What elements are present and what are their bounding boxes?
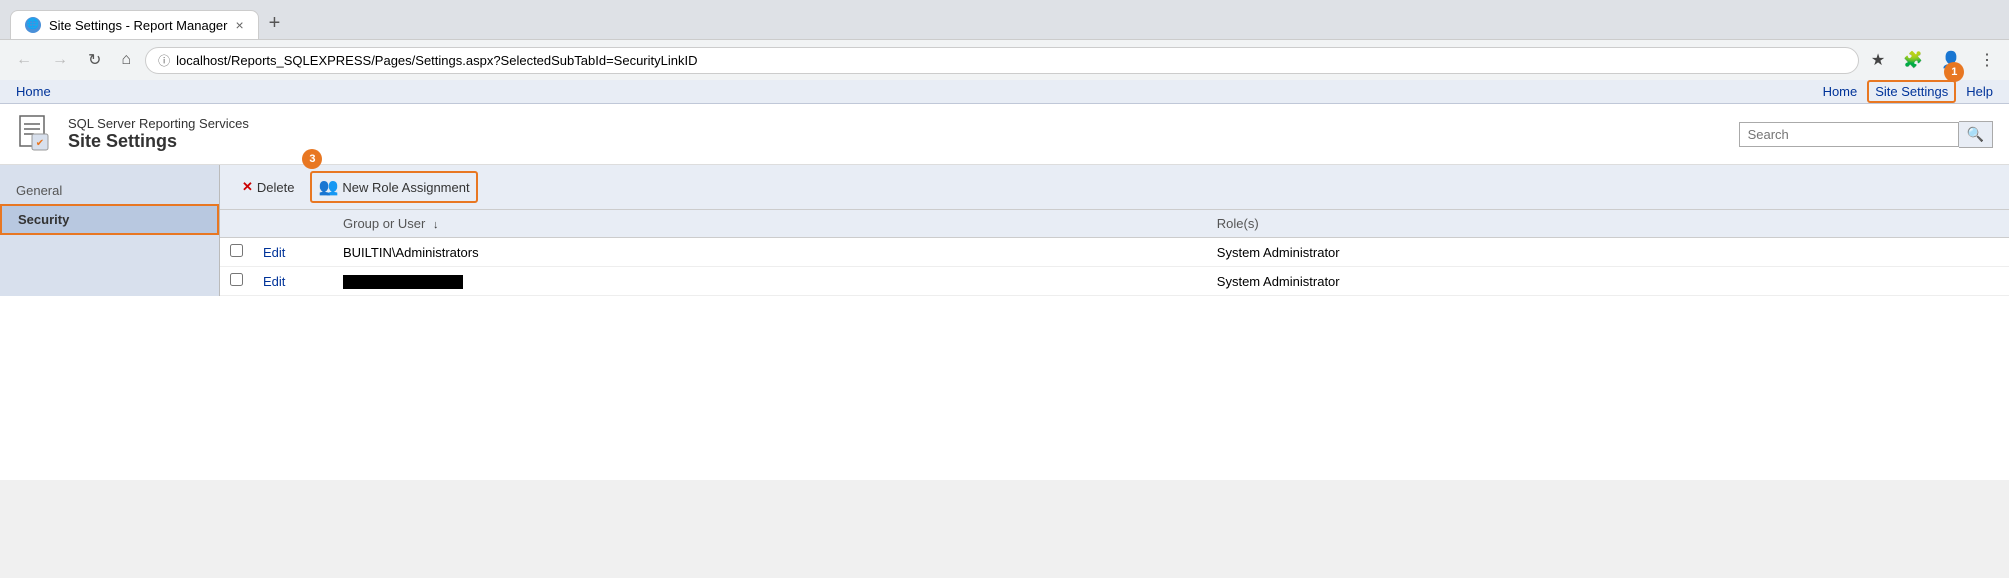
browser-tabs: 🌐 Site Settings - Report Manager × + [10, 8, 1999, 39]
group-user-cell-2 [333, 267, 1207, 296]
browser-toolbar: ← → ↻ ⌂ ⓘ ★ 🧩 👤 ⋮ [0, 39, 2009, 80]
row-checkbox-2[interactable] [230, 273, 243, 286]
settings-icon: ✔ [18, 114, 54, 154]
col-group-user-label: Group or User [343, 216, 425, 231]
search-box: 🔍 [1739, 121, 1993, 148]
nav-home-link[interactable]: Home [16, 84, 51, 99]
content-toolbar: ✕ Delete 3 👥 New Role Assignment [220, 165, 2009, 210]
nav-home-right-link[interactable]: Home [1823, 84, 1858, 99]
browser-toolbar-right: ★ 🧩 👤 ⋮ [1867, 46, 1999, 74]
nav-site-settings-link[interactable]: Site Settings [1867, 80, 1956, 103]
content-area: ✕ Delete 3 👥 New Role Assignment [220, 165, 2009, 296]
users-icon: 👥 [318, 177, 338, 197]
page-header: ✔ SQL Server Reporting Services Site Set… [0, 104, 2009, 165]
table-body: Edit BUILTIN\Administrators System Admin… [220, 238, 2009, 296]
search-input[interactable] [1739, 122, 1959, 147]
refresh-button[interactable]: ↻ [82, 46, 107, 74]
nav-help-link[interactable]: Help [1966, 84, 1993, 99]
main-layout: General 2 Security ✕ Delete 3 👥 New Role… [0, 165, 2009, 296]
table-row: Edit BUILTIN\Administrators System Admin… [220, 238, 2009, 267]
col-group-user[interactable]: Group or User ↓ [333, 210, 1207, 238]
forward-button[interactable]: → [46, 47, 74, 73]
table-header: Group or User ↓ Role(s) [220, 210, 2009, 238]
col-roles-label: Role(s) [1217, 216, 1259, 231]
browser-chrome: 🌐 Site Settings - Report Manager × + [0, 0, 2009, 39]
col-roles: Role(s) [1207, 210, 2009, 238]
col-checkbox [220, 210, 253, 238]
sidebar-section-general: General [0, 177, 219, 204]
back-button[interactable]: ← [10, 47, 38, 73]
delete-button[interactable]: ✕ Delete [236, 175, 300, 199]
new-tab-button[interactable]: + [259, 8, 291, 39]
data-table: Group or User ↓ Role(s) Edit BUILTIN\Adm… [220, 210, 2009, 296]
page-title: Site Settings [68, 131, 249, 152]
close-tab-button[interactable]: × [235, 17, 243, 33]
sidebar-security-wrapper: 2 Security [0, 204, 219, 235]
page-header-text: SQL Server Reporting Services Site Setti… [68, 116, 249, 152]
page-wrapper: Home Home 1 Site Settings Help ✔ SQL S [0, 80, 2009, 480]
url-input[interactable] [176, 53, 1846, 68]
lock-icon: ⓘ [158, 52, 170, 69]
sidebar: General 2 Security [0, 165, 220, 296]
sort-arrow-icon: ↓ [433, 219, 439, 231]
delete-icon: ✕ [242, 179, 253, 195]
redacted-username [343, 275, 463, 289]
page-header-icon: ✔ [16, 114, 56, 154]
top-nav: Home Home 1 Site Settings Help [0, 80, 2009, 104]
roles-cell-2: System Administrator [1207, 267, 2009, 296]
extensions-button[interactable]: 🧩 [1899, 46, 1927, 74]
address-bar: ⓘ [145, 47, 1859, 74]
edit-link-1[interactable]: Edit [263, 245, 285, 260]
site-settings-nav-wrapper: 1 Site Settings [1867, 84, 1956, 99]
annotation-badge-3: 3 [302, 149, 322, 169]
menu-button[interactable]: ⋮ [1975, 46, 1999, 74]
group-user-cell-1: BUILTIN\Administrators [333, 238, 1207, 267]
home-button[interactable]: ⌂ [115, 47, 137, 73]
edit-link-2[interactable]: Edit [263, 274, 285, 289]
top-nav-right: Home 1 Site Settings Help [1823, 84, 1993, 99]
tab-title: Site Settings - Report Manager [49, 18, 227, 33]
app-name: SQL Server Reporting Services [68, 116, 249, 131]
new-role-assignment-button[interactable]: 👥 New Role Assignment [310, 171, 477, 203]
roles-cell-1: System Administrator [1207, 238, 2009, 267]
new-role-label: New Role Assignment [342, 180, 469, 195]
sidebar-item-security[interactable]: Security [0, 204, 219, 235]
browser-tab-active[interactable]: 🌐 Site Settings - Report Manager × [10, 10, 259, 39]
new-role-btn-wrapper: 3 👥 New Role Assignment [310, 171, 477, 203]
top-nav-left: Home [16, 84, 51, 99]
col-edit-header [253, 210, 333, 238]
bookmark-button[interactable]: ★ [1867, 46, 1889, 74]
tab-favicon: 🌐 [25, 17, 41, 33]
row-checkbox-1[interactable] [230, 244, 243, 257]
search-button[interactable]: 🔍 [1959, 121, 1993, 148]
table-row: Edit System Administrator [220, 267, 2009, 296]
svg-text:✔: ✔ [36, 138, 44, 149]
delete-label: Delete [257, 180, 295, 195]
